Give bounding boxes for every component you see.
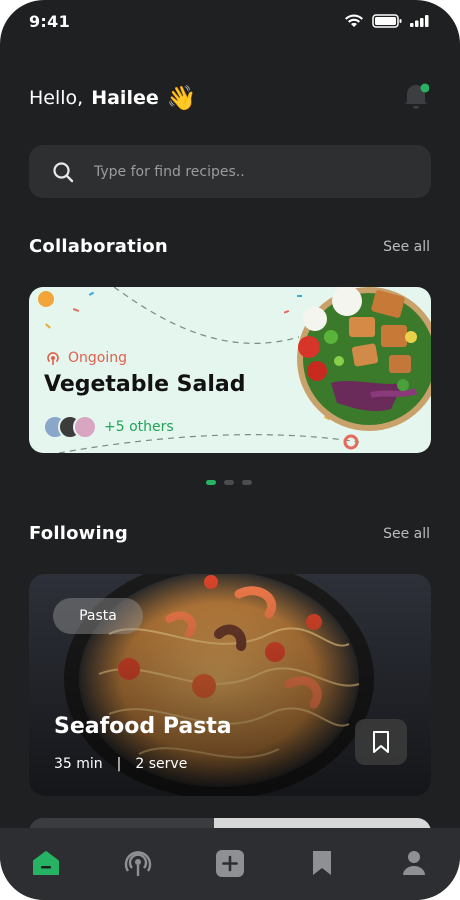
bookmark-icon	[313, 851, 331, 875]
user-icon	[403, 851, 425, 875]
bottom-tab-bar	[0, 828, 460, 900]
meta-separator: |	[116, 756, 122, 772]
bookmark-icon	[373, 731, 389, 753]
salad-bowl-image	[297, 287, 431, 431]
battery-icon	[372, 14, 402, 28]
collaboration-heading: Collaboration	[29, 236, 168, 257]
following-heading: Following	[29, 523, 128, 544]
carousel-pager	[206, 480, 252, 485]
ongoing-label: Ongoing	[68, 350, 127, 366]
home-icon	[33, 851, 59, 875]
tab-home[interactable]	[26, 850, 66, 880]
greeting: Hello, Hailee 👋	[29, 84, 197, 112]
category-tag[interactable]: Pasta	[53, 598, 143, 634]
collaboration-see-all-link[interactable]: See all	[383, 239, 430, 255]
greeting-text: Hello,	[29, 87, 84, 109]
broadcast-icon	[124, 851, 152, 876]
following-see-all-link[interactable]: See all	[383, 526, 430, 542]
pager-dot[interactable]	[206, 480, 216, 485]
tab-profile[interactable]	[394, 850, 434, 880]
collaboration-card[interactable]: Ongoing Vegetable Salad +5 others	[29, 287, 431, 453]
status-time: 9:41	[29, 12, 70, 31]
avatar	[73, 415, 97, 439]
others-count: +5 others	[104, 419, 174, 435]
collaboration-recipe-title: Vegetable Salad	[44, 372, 246, 397]
user-name: Hailee	[91, 87, 159, 109]
ongoing-status: Ongoing	[45, 350, 127, 366]
waving-hand-icon: 👋	[166, 84, 197, 112]
notification-bell-icon[interactable]	[403, 82, 429, 110]
tab-add[interactable]	[210, 850, 250, 880]
cook-time: 35 min	[54, 756, 103, 772]
tab-live[interactable]	[118, 850, 158, 880]
broadcast-icon	[47, 352, 59, 365]
plus-icon	[216, 850, 244, 877]
recipe-meta: 35 min | 2 serve	[54, 756, 187, 772]
status-icons	[344, 14, 430, 28]
search-icon	[53, 161, 74, 182]
pager-dot[interactable]	[242, 480, 252, 485]
search-bar[interactable]: Type for find recipes..	[29, 145, 431, 198]
bookmark-button[interactable]	[355, 719, 407, 765]
search-input[interactable]: Type for find recipes..	[94, 164, 245, 180]
serving-count: 2 serve	[135, 756, 188, 772]
following-recipe-card[interactable]: Pasta Seafood Pasta 35 min | 2 serve	[29, 574, 431, 796]
collaborator-avatars: +5 others	[43, 415, 174, 439]
wifi-icon	[345, 14, 363, 27]
app-screen: 9:41 Hello, Hailee 👋 Type for find recip…	[0, 0, 460, 900]
signal-icon	[410, 15, 429, 27]
tab-saved[interactable]	[302, 850, 342, 880]
following-recipe-title: Seafood Pasta	[54, 714, 232, 739]
pager-dot[interactable]	[224, 480, 234, 485]
